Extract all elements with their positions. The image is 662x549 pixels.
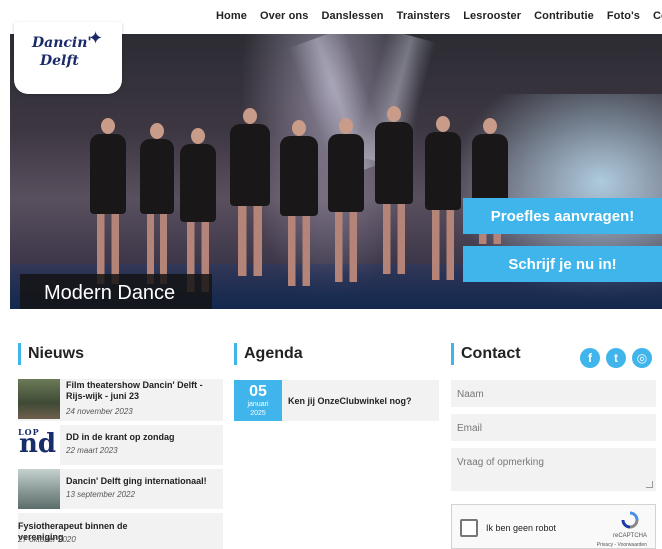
agenda-heading: Agenda	[234, 343, 303, 365]
nav-danslessen[interactable]: Danslessen	[321, 10, 383, 22]
email-placeholder: Email	[457, 423, 483, 434]
recaptcha-brand: reCAPTCHA	[612, 533, 647, 539]
news-thumbnail	[18, 469, 60, 509]
trial-lesson-button[interactable]: Proefles aanvragen!	[463, 198, 662, 234]
agenda-year: 2025	[250, 410, 266, 417]
dancer	[140, 123, 174, 284]
recaptcha-links[interactable]: Privacy - Voorwaarden	[597, 542, 647, 548]
nav-contributie[interactable]: Contributie	[534, 10, 594, 22]
dancer-figure-icon: ✦	[88, 28, 104, 48]
agenda-day: 05	[249, 383, 267, 400]
news-item[interactable]: Fysiotherapeut binnen de vereniging 27 o…	[18, 513, 223, 549]
nav-lesrooster[interactable]: Lesrooster	[463, 10, 521, 22]
news-date: 13 september 2022	[66, 490, 135, 499]
dancer	[280, 120, 318, 286]
news-date: 22 maart 2023	[66, 446, 118, 455]
instagram-icon[interactable]: ◎	[632, 348, 652, 368]
news-title[interactable]: DD in de krant op zondag	[66, 432, 218, 443]
news-title[interactable]: Dancin' Delft ging internationaal!	[66, 476, 218, 487]
nav-trainsters[interactable]: Trainsters	[397, 10, 451, 22]
news-item[interactable]: Film theatershow Dancin' Delft - Rijs-wi…	[18, 379, 223, 421]
dancer	[90, 118, 126, 284]
logo-line2: Delft	[40, 53, 79, 69]
nd-logo-main: nd	[19, 429, 57, 459]
agenda-item[interactable]: 05 januari 2025 Ken jij OnzeClubwinkel n…	[234, 380, 439, 421]
email-field[interactable]: Email	[451, 414, 656, 441]
news-title[interactable]: Film theatershow Dancin' Delft - Rijs-wi…	[66, 380, 218, 402]
dancer	[180, 128, 216, 292]
name-field[interactable]: Naam	[451, 380, 656, 407]
nav-fotos[interactable]: Foto's	[607, 10, 640, 22]
nd-newspaper-logo: LOP nd	[18, 427, 60, 463]
name-placeholder: Naam	[457, 389, 484, 400]
agenda-date-badge: 05 januari 2025	[234, 380, 282, 421]
recaptcha-label: Ik ben geen robot	[486, 523, 557, 533]
twitter-icon[interactable]: t	[606, 348, 626, 368]
dancer	[328, 118, 364, 282]
news-item[interactable]: Dancin' Delft ging internationaal! 13 se…	[18, 469, 223, 509]
agenda-title[interactable]: Ken jij OnzeClubwinkel nog?	[288, 396, 412, 406]
news-heading: Nieuws	[18, 343, 84, 365]
recaptcha-icon	[621, 511, 639, 529]
dancer	[230, 108, 270, 276]
news-thumbnail: LOP nd	[18, 425, 60, 465]
recaptcha-checkbox[interactable]	[460, 519, 478, 537]
agenda-month: januari	[247, 401, 269, 408]
facebook-icon[interactable]: f	[580, 348, 600, 368]
news-date: 27 oktober 2020	[18, 535, 76, 544]
message-placeholder: Vraag of opmerking	[457, 457, 544, 468]
news-date: 24 november 2023	[66, 407, 133, 416]
logo-line1: Dancin'	[32, 35, 92, 51]
nav-contact[interactable]: Contac	[653, 10, 662, 22]
news-item[interactable]: LOP nd DD in de krant op zondag 22 maart…	[18, 425, 223, 465]
site-logo[interactable]: Dancin' Delft ✦	[14, 22, 122, 94]
hero-caption: Modern Dance	[20, 274, 212, 309]
recaptcha-widget: Ik ben geen robot reCAPTCHA Privacy - Vo…	[451, 504, 656, 549]
message-field[interactable]: Vraag of opmerking	[451, 448, 656, 491]
nav-over-ons[interactable]: Over ons	[260, 10, 309, 22]
dancer	[425, 116, 461, 280]
dancers-photo	[80, 94, 480, 294]
resize-handle-icon[interactable]	[646, 481, 653, 488]
logo-text: Dancin' Delft	[32, 34, 92, 70]
hero-caption-text: Modern Dance	[44, 282, 176, 304]
dancer	[472, 118, 508, 244]
nav-home[interactable]: Home	[216, 10, 247, 22]
news-thumbnail	[18, 379, 60, 419]
main-menu: Home Over ons Danslessen Trainsters Lesr…	[216, 10, 662, 22]
contact-heading: Contact	[451, 343, 521, 365]
signup-button[interactable]: Schrijf je nu in!	[463, 246, 662, 282]
dancer	[375, 106, 413, 274]
